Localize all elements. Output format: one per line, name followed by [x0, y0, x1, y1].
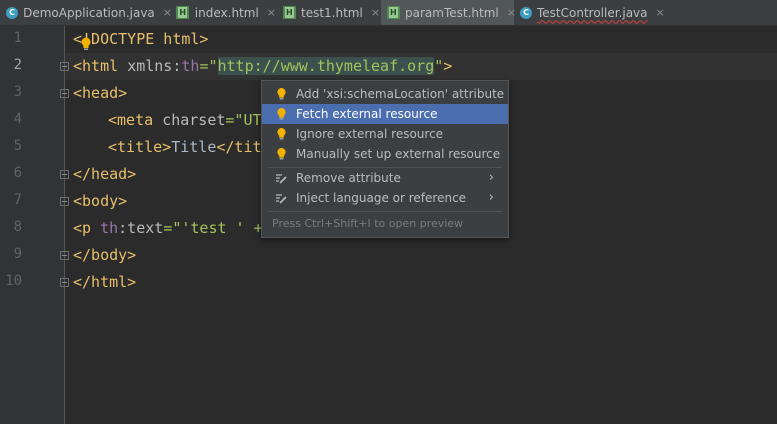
fold-open-icon[interactable]	[60, 89, 69, 98]
tab-label: paramTest.html	[405, 5, 499, 20]
close-icon[interactable]: ×	[371, 6, 380, 19]
code-token: 'test ' +	[181, 219, 263, 237]
menu-item-fetch-external-resource[interactable]: Fetch external resource	[262, 104, 508, 124]
menu-item-label: Fetch external resource	[296, 107, 438, 121]
code-token: !DOCTYPE html>	[82, 30, 209, 48]
code-token: <html	[73, 57, 128, 75]
menu-item-label: Ignore external resource	[296, 127, 444, 141]
code-token: th	[181, 57, 200, 75]
code-line-2[interactable]: <html xmlns:th="http://www.thymeleaf.org…	[73, 53, 452, 80]
code-token: "	[434, 57, 444, 75]
intention-actions-popup: Add 'xsi:schemaLocation' attribute Fetch…	[261, 80, 509, 238]
menu-separator	[268, 211, 502, 212]
menu-item-label: Inject language or reference	[296, 191, 467, 205]
gutter-divider	[64, 26, 65, 424]
menu-item-add-schema-location[interactable]: Add 'xsi:schemaLocation' attribute	[262, 84, 508, 104]
close-icon[interactable]: ×	[267, 6, 276, 19]
code-token: </head>	[73, 165, 137, 183]
code-line-9[interactable]: </body>	[73, 242, 136, 269]
bulb-icon	[274, 86, 288, 102]
html-file-icon: H	[283, 6, 296, 20]
chevron-right-icon: ›	[488, 170, 494, 185]
code-token: <meta	[108, 111, 163, 129]
code-token: </tit	[216, 138, 262, 156]
line-number: 8	[13, 219, 22, 235]
code-token: <title>	[108, 138, 172, 156]
code-token: ="	[163, 219, 182, 237]
line-number: 6	[13, 165, 22, 181]
close-icon[interactable]: ×	[163, 6, 172, 19]
editor-tab-bar: C DemoApplication.java × H index.html × …	[0, 0, 777, 26]
java-class-icon: C	[6, 6, 19, 20]
line-number: 2	[13, 57, 22, 73]
code-line-3[interactable]: <head>	[73, 80, 127, 107]
html-file-icon: H	[387, 6, 400, 20]
code-line-6[interactable]: </head>	[73, 161, 136, 188]
fold-open-icon[interactable]	[60, 62, 69, 71]
menu-item-label: Manually set up external resource	[296, 147, 501, 161]
chevron-right-icon: ›	[488, 190, 494, 205]
line-number: 9	[13, 246, 22, 262]
popup-footer-hint: Press Ctrl+Shift+I to open preview	[272, 217, 464, 230]
line-number: 10	[5, 273, 22, 289]
tab-test1[interactable]: H test1.html ×	[283, 0, 380, 25]
line-number: 7	[13, 192, 22, 208]
code-token: charset	[162, 111, 226, 129]
code-token: <body>	[73, 192, 128, 210]
code-line-8[interactable]: <p th:text="'test ' +	[73, 215, 263, 242]
menu-item-manually-set-up[interactable]: Manually set up external resource	[262, 144, 508, 164]
tab-label: test1.html	[301, 5, 363, 20]
bulb-icon	[274, 126, 288, 142]
bulb-icon	[274, 106, 288, 122]
menu-item-inject-language[interactable]: Inject language or reference ›	[262, 188, 508, 208]
fold-close-icon[interactable]	[60, 170, 69, 179]
code-token: >	[443, 57, 453, 75]
tab-label: index.html	[194, 5, 259, 20]
code-line-4[interactable]: <meta charset="UT	[108, 107, 262, 134]
tab-label: DemoApplication.java	[23, 5, 155, 20]
code-token: xmlns:	[127, 57, 182, 75]
menu-item-ignore-external-resource[interactable]: Ignore external resource	[262, 124, 508, 144]
code-line-5[interactable]: <title>Title</tit	[108, 134, 262, 161]
code-token: </html>	[73, 273, 137, 291]
code-token: th	[100, 219, 119, 237]
java-class-icon: C	[520, 6, 532, 20]
tab-label: TestController.java	[537, 5, 648, 20]
fold-close-icon[interactable]	[60, 278, 69, 287]
code-token: ="	[225, 111, 244, 129]
line-number: 1	[13, 30, 22, 46]
line-number: 4	[13, 111, 22, 127]
code-token: <head>	[73, 84, 128, 102]
code-line-1[interactable]: <!DOCTYPE html>	[73, 26, 208, 53]
menu-item-label: Add 'xsi:schemaLocation' attribute	[296, 87, 505, 101]
edit-intention-icon	[274, 190, 288, 206]
line-number: 3	[13, 84, 22, 100]
html-file-icon: H	[176, 6, 190, 20]
bulb-icon	[274, 146, 288, 162]
code-line-10[interactable]: </html>	[73, 269, 136, 296]
code-token: :text	[118, 219, 164, 237]
tab-demoapplication[interactable]: C DemoApplication.java ×	[6, 0, 172, 25]
code-token: </body>	[73, 246, 137, 264]
fold-open-icon[interactable]	[60, 197, 69, 206]
edit-intention-icon	[274, 170, 288, 186]
tab-paramtest[interactable]: H paramTest.html ×	[381, 0, 516, 25]
close-icon[interactable]: ×	[656, 6, 665, 19]
tab-testcontroller[interactable]: C TestController.java ×	[520, 0, 665, 25]
menu-item-remove-attribute[interactable]: Remove attribute ›	[262, 168, 508, 188]
tab-index[interactable]: H index.html ×	[176, 0, 276, 25]
fold-close-icon[interactable]	[60, 251, 69, 260]
line-number: 5	[13, 138, 22, 154]
close-icon[interactable]: ×	[507, 6, 516, 19]
code-token: Title	[171, 138, 217, 156]
menu-item-label: Remove attribute	[296, 171, 401, 185]
code-token: <p	[73, 219, 101, 237]
code-url[interactable]: http://www.thymeleaf.org	[217, 57, 435, 75]
code-line-7[interactable]: <body>	[73, 188, 127, 215]
code-token: UT	[243, 111, 262, 129]
intention-bulb-icon[interactable]	[80, 36, 92, 50]
code-token: ="	[199, 57, 218, 75]
